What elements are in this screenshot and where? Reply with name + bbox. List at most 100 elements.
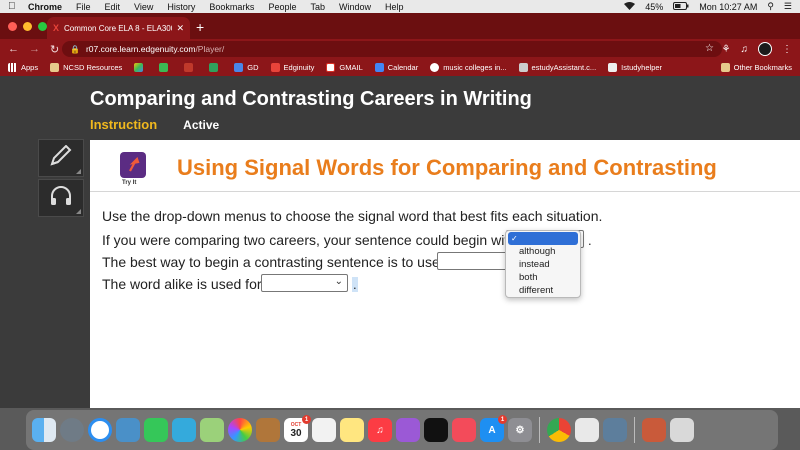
calendar-app-icon[interactable]: OCT 30 1 [284, 415, 311, 442]
url-host: r07.core.learn.edgenuity.com [85, 44, 196, 54]
preview-icon[interactable] [116, 418, 140, 442]
music-icon[interactable]: ♫ [741, 44, 749, 55]
question-1-period: . [588, 233, 592, 248]
corner-indicator [76, 169, 81, 174]
messages-icon[interactable] [172, 418, 196, 442]
site-icon [608, 63, 618, 72]
bookmark-classroom[interactable] [159, 63, 172, 72]
launchpad-icon[interactable] [60, 418, 84, 442]
checkmark-icon: ✓ [511, 234, 518, 243]
audio-tool-button[interactable] [38, 179, 84, 217]
docs-icon [234, 63, 244, 72]
question-2-select[interactable] [437, 252, 507, 270]
bookmark-gmail[interactable]: GMAIL [326, 63, 363, 72]
notes-icon[interactable] [340, 418, 364, 442]
safari-icon[interactable] [88, 418, 112, 442]
chrome-icon[interactable] [547, 418, 571, 442]
folder-icon [720, 63, 730, 72]
downloads-stack-icon[interactable] [642, 418, 666, 442]
app-store-icon[interactable]: A1 [480, 415, 507, 442]
maps-icon[interactable] [200, 418, 224, 442]
browser-tab[interactable]: X Common Core ELA 8 - ELA300 ✕ [47, 17, 190, 39]
bookmark-unknown[interactable] [184, 63, 197, 72]
bookmark-edginuity[interactable]: Edginuity [270, 63, 314, 72]
menu-view[interactable]: View [134, 2, 153, 12]
bookmark-label: Apps [21, 63, 39, 72]
menu-people[interactable]: People [268, 2, 296, 12]
back-icon[interactable]: ← [8, 43, 19, 56]
bookmark-gd[interactable]: GD [234, 63, 259, 72]
new-tab-icon[interactable]: + [196, 19, 204, 35]
search-icon[interactable]: ⚲ [767, 1, 774, 12]
zoom-window-button[interactable] [38, 22, 47, 31]
edgenuity-favicon-icon: X [53, 23, 60, 33]
bookmark-sheet[interactable] [209, 63, 222, 72]
wifi-icon[interactable] [624, 1, 636, 12]
control-center-icon[interactable]: ☰ [784, 1, 792, 12]
music-app-icon[interactable]: ♫ [368, 418, 392, 442]
dock-separator [634, 417, 635, 443]
apple-icon[interactable]:  [8, 1, 20, 12]
bookmark-other[interactable]: Other Bookmarks [720, 63, 792, 72]
course-title: Comparing and Contrasting Careers in Wri… [90, 88, 532, 110]
dropdown-option-although[interactable]: although [506, 245, 580, 258]
question-1-dropdown-menu[interactable]: ✓ although instead both different [505, 230, 581, 298]
menu-history[interactable]: History [167, 2, 195, 12]
bookmark-star-icon[interactable]: ☆ [705, 43, 714, 54]
dropdown-option-both[interactable]: both [506, 271, 580, 284]
podcasts-icon[interactable] [396, 418, 420, 442]
forward-icon[interactable]: → [29, 43, 40, 56]
chrome-menu-icon[interactable]: ⋮ [782, 44, 792, 55]
close-tab-icon[interactable]: ✕ [176, 23, 184, 34]
facetime-icon[interactable] [144, 418, 168, 442]
menu-help[interactable]: Help [385, 2, 404, 12]
close-window-button[interactable] [8, 22, 17, 31]
chevron-down-icon: ⌄ [334, 276, 343, 287]
menu-bookmarks[interactable]: Bookmarks [209, 2, 254, 12]
tab-active[interactable]: Active [183, 118, 219, 132]
menu-file[interactable]: File [76, 2, 91, 12]
dock-separator [539, 417, 540, 443]
contacts-icon[interactable] [256, 418, 280, 442]
address-bar[interactable]: 🔒 r07.core.learn.edgenuity.com/Player/ ☆ [62, 41, 722, 57]
bookmark-istudyhelper[interactable]: Istudyhelper [608, 63, 662, 72]
extensions-icon[interactable]: ⚘ [722, 44, 731, 55]
menu-window[interactable]: Window [339, 2, 371, 12]
tab-instruction[interactable]: Instruction [90, 117, 157, 132]
apple-tv-icon[interactable] [424, 418, 448, 442]
system-preferences-icon[interactable]: ⚙ [508, 418, 532, 442]
tab-title: Common Core ELA 8 - ELA300 [64, 23, 173, 33]
finder-icon[interactable] [32, 418, 56, 442]
photos-icon[interactable] [228, 418, 252, 442]
dropdown-option-instead[interactable]: instead [506, 258, 580, 271]
dropdown-option-blank[interactable]: ✓ [508, 232, 578, 245]
dropdown-option-different[interactable]: different [506, 284, 580, 297]
profile-avatar[interactable] [758, 42, 772, 56]
bookmark-estudy[interactable]: estudyAssistant.c... [518, 63, 596, 72]
question-3-select[interactable]: ⌄ [261, 274, 348, 292]
bookmark-calendar[interactable]: Calendar [374, 63, 418, 72]
pencil-tool-button[interactable] [38, 139, 84, 177]
menu-chrome[interactable]: Chrome [28, 2, 62, 12]
textedit-icon[interactable] [575, 418, 599, 442]
bookmark-drive[interactable] [134, 63, 147, 72]
bookmark-music-colleges[interactable]: music colleges in... [430, 63, 507, 72]
battery-icon[interactable] [673, 1, 689, 12]
screenshot-icon[interactable] [603, 418, 627, 442]
bookmark-label: GMAIL [339, 63, 363, 72]
menu-tab[interactable]: Tab [310, 2, 325, 12]
menu-edit[interactable]: Edit [105, 2, 121, 12]
clock[interactable]: Mon 10:27 AM [699, 2, 757, 12]
bookmark-ncsd[interactable]: NCSD Resources [50, 63, 122, 72]
browser-tab-strip: X Common Core ELA 8 - ELA300 ✕ + [0, 13, 800, 39]
folder-icon [50, 63, 60, 72]
lock-icon[interactable]: 🔒 [70, 45, 80, 54]
bookmarks-bar: Apps NCSD Resources GD Edginuity GMAIL C… [0, 59, 800, 76]
bookmark-apps[interactable]: Apps [8, 63, 38, 72]
sheets-icon [209, 63, 219, 72]
trash-icon[interactable] [670, 418, 694, 442]
reload-icon[interactable]: ↻ [50, 43, 59, 56]
reminders-icon[interactable] [312, 418, 336, 442]
minimize-window-button[interactable] [23, 22, 32, 31]
news-icon[interactable] [452, 418, 476, 442]
